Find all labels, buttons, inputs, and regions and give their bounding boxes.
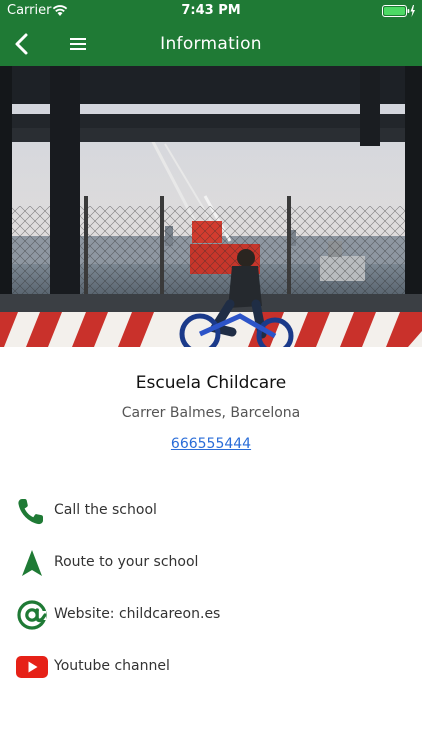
status-time: 7:43 PM xyxy=(181,3,241,18)
website-link[interactable]: Website: childcareon.es xyxy=(0,590,422,640)
school-name: Escuela Childcare xyxy=(135,373,287,393)
youtube-label: Youtube channel xyxy=(54,658,170,674)
school-address: Carrer Balmes, Barcelona xyxy=(121,405,301,421)
youtube-icon xyxy=(15,651,49,683)
at-sign-icon xyxy=(15,599,49,631)
battery-charging-icon xyxy=(382,4,416,18)
website-label: Website: childcareon.es xyxy=(54,606,221,622)
route-school-button[interactable]: Route to your school xyxy=(0,538,422,588)
navigation-arrow-icon xyxy=(15,547,49,579)
phone-icon xyxy=(15,495,49,527)
page-title: Information xyxy=(160,34,262,54)
nav-bar: Information xyxy=(0,22,422,66)
route-school-label: Route to your school xyxy=(54,554,199,570)
status-bar: Carrier 7:43 PM xyxy=(0,0,422,22)
call-school-button[interactable]: Call the school xyxy=(0,486,422,536)
school-photo xyxy=(0,66,422,347)
call-school-label: Call the school xyxy=(54,502,157,518)
youtube-channel-button[interactable]: Youtube channel xyxy=(0,642,422,692)
school-phone-link[interactable]: 666555444 xyxy=(0,436,422,452)
